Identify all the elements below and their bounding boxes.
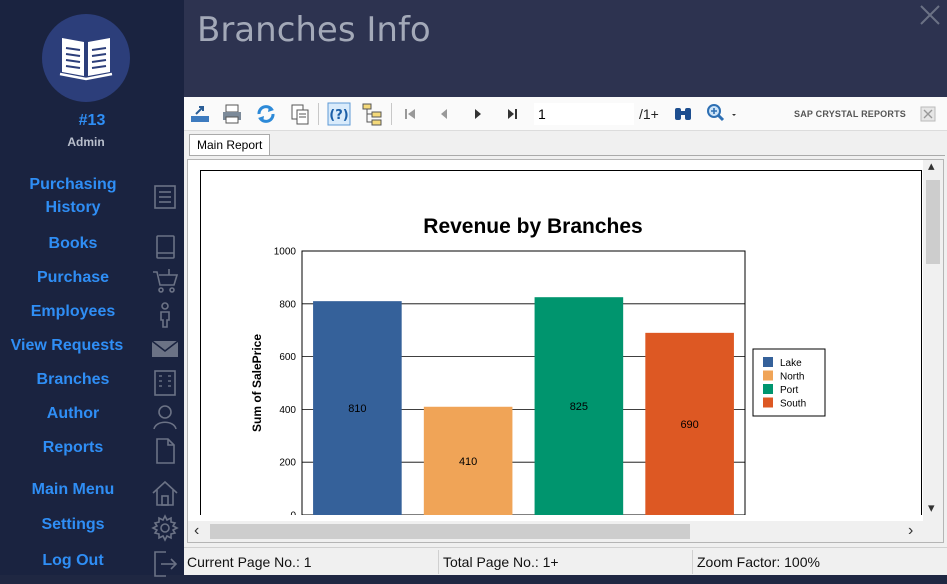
legend-label: North xyxy=(780,372,804,383)
nav-label: Author xyxy=(46,405,100,422)
nav-label: Settings xyxy=(41,516,105,533)
nav-label: Log Out xyxy=(42,552,104,569)
y-tick-label: 0 xyxy=(290,511,296,516)
building-icon xyxy=(150,368,180,398)
next-page-icon[interactable] xyxy=(466,102,490,126)
nav-books[interactable]: Books xyxy=(0,232,184,266)
refresh-icon[interactable] xyxy=(254,102,278,126)
scroll-right-icon[interactable]: › xyxy=(908,522,913,540)
brand-label: SAP CRYSTAL REPORTS xyxy=(794,109,906,119)
close-report-icon[interactable] xyxy=(920,106,936,122)
page-number-input[interactable] xyxy=(534,103,634,125)
scroll-down-icon[interactable]: ▾ xyxy=(928,500,935,516)
group-tree-icon[interactable] xyxy=(360,102,384,126)
home-icon xyxy=(150,478,180,508)
help-icon[interactable]: (?) xyxy=(327,102,351,126)
nav-label: Employees xyxy=(30,303,116,320)
data-label: 410 xyxy=(459,456,477,468)
data-label: 825 xyxy=(570,401,588,413)
nav-label: Books xyxy=(48,235,98,252)
page-title: Branches Info xyxy=(197,10,431,50)
legend-label: South xyxy=(780,399,806,410)
close-icon[interactable] xyxy=(919,4,941,26)
gear-icon xyxy=(150,513,180,543)
current-page-status: Current Page No.: 1 xyxy=(187,554,312,570)
nav-label: View Requests xyxy=(10,337,124,354)
open-book-icon xyxy=(59,38,113,81)
data-label: 690 xyxy=(680,419,698,431)
horizontal-scroll-thumb[interactable] xyxy=(210,524,690,539)
status-bar: Current Page No.: 1 Total Page No.: 1+ Z… xyxy=(184,547,947,575)
nav-employees[interactable]: Employees xyxy=(0,300,184,334)
total-page-status: Total Page No.: 1+ xyxy=(443,554,559,570)
nav-log-out[interactable]: Log Out xyxy=(0,549,184,583)
print-icon[interactable] xyxy=(220,102,244,126)
report-page: Revenue by Branches 0 200 400 600 800 1000 Sum… xyxy=(200,170,922,515)
horizontal-scrollbar[interactable]: ‹ › xyxy=(188,521,943,542)
nav-view-requests[interactable]: View Requests xyxy=(0,334,184,368)
receipt-icon xyxy=(150,182,180,212)
legend-label: Lake xyxy=(780,358,802,369)
tab-main-report[interactable]: Main Report xyxy=(189,134,271,156)
sidebar: #13 Admin Purchasing History Books Purch… xyxy=(0,0,184,577)
y-tick-label: 400 xyxy=(279,405,296,416)
vertical-scrollbar[interactable]: ▴ ▾ xyxy=(923,158,943,522)
zoom-status: Zoom Factor: 100% xyxy=(697,554,820,570)
first-page-icon[interactable] xyxy=(398,102,422,126)
y-tick-label: 600 xyxy=(279,352,296,363)
app-logo xyxy=(42,14,130,102)
mail-icon xyxy=(150,334,180,364)
bar-chart: 0 200 400 600 800 1000 Sum of SalePrice 810 410 8… xyxy=(250,247,826,516)
last-page-icon[interactable] xyxy=(500,102,524,126)
user-id: #13 xyxy=(78,112,106,129)
user-icon xyxy=(150,402,180,432)
vertical-scroll-thumb[interactable] xyxy=(926,180,940,264)
nav-label: Purchase xyxy=(36,269,110,286)
svg-text:(?): (?) xyxy=(329,108,348,123)
cart-icon xyxy=(150,266,180,296)
nav-settings[interactable]: Settings xyxy=(0,513,184,547)
header: Branches Info xyxy=(184,0,947,97)
scroll-left-icon[interactable]: ‹ xyxy=(194,522,199,540)
legend-swatch xyxy=(763,384,773,394)
copy-icon[interactable] xyxy=(288,102,312,126)
nav-reports[interactable]: Reports xyxy=(0,436,184,470)
data-label: 810 xyxy=(348,403,366,415)
report-toolbar: (?) /1+ SAP CRYSTAL REPORTS xyxy=(184,97,947,131)
nav-purchasing-history[interactable]: Purchasing History xyxy=(0,173,184,221)
legend-swatch xyxy=(763,357,773,367)
y-axis-label: Sum of SalePrice xyxy=(250,334,264,432)
nav-label: Purchasing History xyxy=(29,176,117,216)
y-tick-label: 800 xyxy=(279,299,296,310)
find-icon[interactable] xyxy=(671,102,695,126)
export-icon[interactable] xyxy=(188,102,212,126)
report-viewer: (?) /1+ SAP CRYSTAL REPORTS Main Re xyxy=(184,97,947,575)
nav-main-menu[interactable]: Main Menu xyxy=(0,478,184,512)
nav-label: Branches xyxy=(36,371,110,388)
y-tick-label: 1000 xyxy=(274,247,297,258)
document-icon xyxy=(150,436,180,466)
previous-page-icon[interactable] xyxy=(432,102,456,126)
zoom-dropdown[interactable] xyxy=(704,102,740,126)
legend-swatch xyxy=(763,397,773,408)
user-role: Admin xyxy=(67,135,105,149)
nav-branches[interactable]: Branches xyxy=(0,368,184,402)
book-icon xyxy=(150,232,180,262)
report-area: Revenue by Branches 0 200 400 600 800 1000 Sum… xyxy=(187,158,944,543)
nav-purchase[interactable]: Purchase xyxy=(0,266,184,300)
legend-swatch xyxy=(763,370,773,381)
y-tick-label: 200 xyxy=(279,458,296,469)
nav-author[interactable]: Author xyxy=(0,402,184,436)
page-total: /1+ xyxy=(639,106,659,122)
nav-label: Reports xyxy=(42,439,104,456)
legend-label: Port xyxy=(780,385,799,396)
person-icon xyxy=(150,300,180,330)
nav-label: Main Menu xyxy=(31,481,115,498)
scroll-up-icon[interactable]: ▴ xyxy=(928,158,935,174)
